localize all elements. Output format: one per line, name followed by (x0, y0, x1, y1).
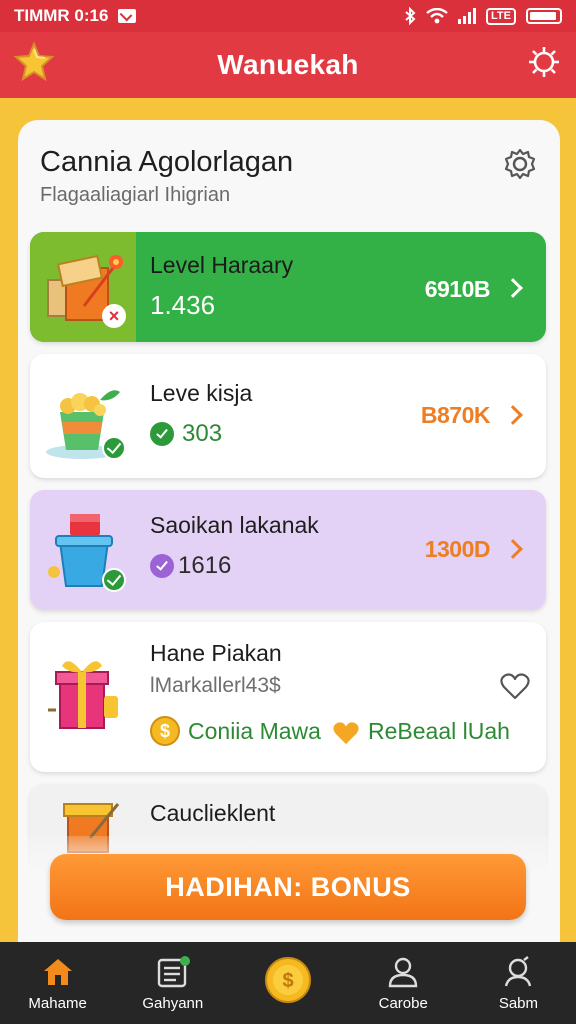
chevron-right-icon (503, 539, 523, 559)
card-subtitle: lMarkallerl43$ (150, 674, 281, 697)
wifi-icon (426, 8, 448, 24)
main-panel: Cannia Agolorlagan Flagaaliagiarl Ihigri… (18, 120, 560, 960)
network-badge: LTE (486, 7, 516, 25)
panel-subtitle: Flagaaliagiarl Ihigrian (40, 184, 231, 206)
nav-item-list[interactable]: Gahyann (115, 942, 230, 1024)
profile-icon (501, 955, 535, 989)
app-header: Wanuekah (0, 32, 576, 98)
nav-label: Carobe (378, 994, 428, 1012)
status-bar: TIMMR 0:16 LTE (0, 0, 576, 32)
heart-outline-icon[interactable] (500, 672, 530, 700)
card-title: Saoikan lakanak (150, 512, 319, 538)
card-price: 1300D (424, 536, 491, 562)
star-icon[interactable] (12, 40, 56, 84)
bottom-nav: Mahame Gahyann $ Carobe Sabm (0, 942, 576, 1024)
nav-label: Mahame (28, 994, 87, 1012)
coin-icon: $ (150, 716, 180, 746)
card-title: Hane Piakan (150, 640, 282, 666)
level-card-1[interactable]: × Level Haraary 1.436 6910B (30, 232, 546, 342)
check-icon (150, 554, 174, 578)
home-icon (41, 955, 75, 989)
heart-icon (333, 722, 359, 745)
card-value: 1.436 (150, 290, 216, 320)
nav-item-profile[interactable]: Sabm (461, 942, 576, 1024)
card-value: 1616 (178, 552, 232, 579)
reward-card[interactable]: Hane Piakan lMarkallerl43$ $ Coniia Mawa… (30, 622, 546, 772)
nav-label: Sabm (498, 994, 538, 1012)
remove-badge-icon: × (102, 304, 126, 328)
bluetooth-icon (405, 7, 416, 25)
card-title: Level Haraary (150, 252, 294, 278)
level-card-2[interactable]: Leve kisja 303 B870K (30, 354, 546, 478)
list-icon (156, 955, 190, 989)
card-title: Leve kisja (150, 380, 253, 406)
coin-icon: $ (264, 956, 312, 1004)
check-badge-icon (102, 568, 126, 592)
chip-label-1: Coniia Mawa (188, 718, 321, 744)
mail-icon (118, 9, 137, 23)
nav-item-coin[interactable]: $ (230, 942, 345, 1024)
signal-icon (458, 8, 477, 24)
card-value: 303 (182, 420, 223, 447)
nav-item-home[interactable]: Mahame (0, 942, 115, 1024)
chip-label-2: ReBeaal lUah (368, 718, 510, 744)
svg-text:$: $ (282, 970, 293, 992)
app-title: Wanuekah (217, 49, 359, 80)
battery-icon (526, 8, 562, 24)
bonus-button[interactable]: HADIHAN: BONUS (50, 854, 526, 920)
card-price: B870K (420, 402, 491, 428)
nav-item-user[interactable]: Carobe (346, 942, 461, 1024)
gift-pack-icon (48, 661, 118, 729)
chevron-right-icon (503, 405, 523, 425)
user-icon (386, 955, 420, 989)
panel-title: Cannia Agolorlagan (40, 146, 294, 178)
panel-settings-icon[interactable] (502, 146, 538, 182)
check-icon (150, 422, 174, 446)
settings-icon[interactable] (526, 44, 562, 80)
card-title: Cauclieklent (150, 800, 276, 826)
card-price: 6910B (424, 276, 491, 302)
level-card-3[interactable]: Saoikan lakanak 1616 1300D (30, 490, 546, 610)
chevron-right-icon (503, 278, 523, 298)
check-badge-icon (102, 436, 126, 460)
nav-label: Gahyann (142, 994, 204, 1012)
status-time: TIMMR 0:16 (14, 6, 109, 25)
